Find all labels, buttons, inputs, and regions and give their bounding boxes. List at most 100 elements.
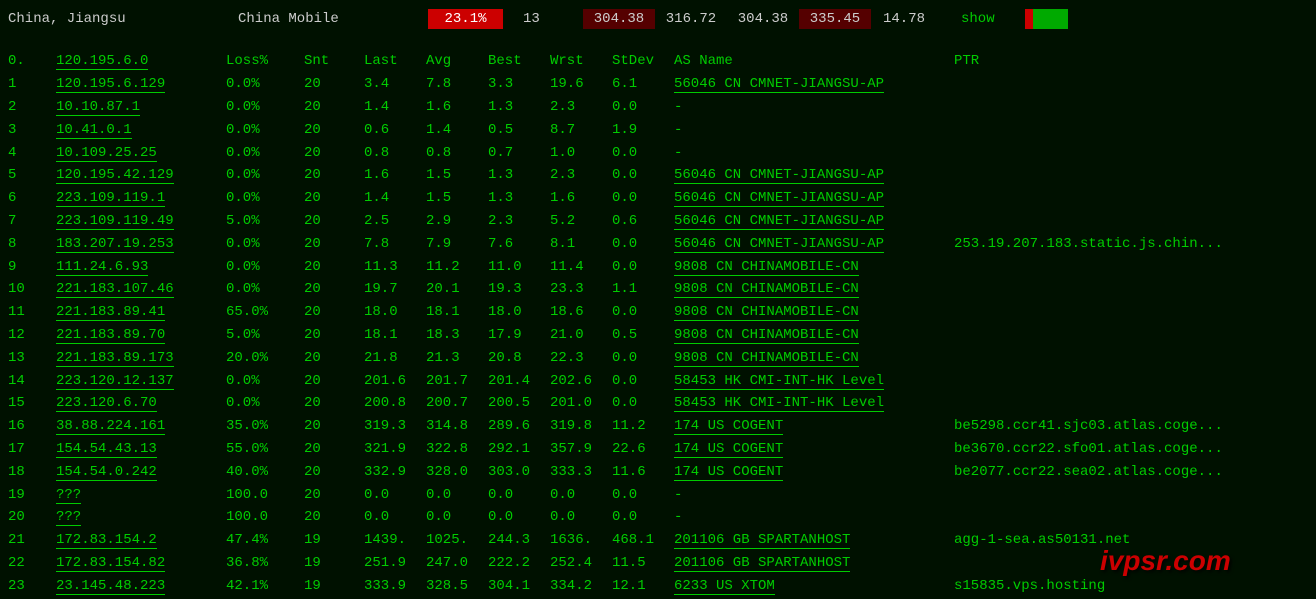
hop-asn[interactable]: 56046 CN CMNET-JIANGSU-AP xyxy=(674,190,954,206)
hop-ip[interactable]: 172.83.154.2 xyxy=(56,532,226,548)
hop-asn[interactable]: 201106 GB SPARTANHOST xyxy=(674,532,954,548)
hop-ip[interactable]: 111.24.6.93 xyxy=(56,259,226,275)
hop-loss: 20.0% xyxy=(226,350,304,366)
hop-ip[interactable]: 221.183.89.173 xyxy=(56,350,226,366)
hop-asn[interactable]: 9808 CN CHINAMOBILE-CN xyxy=(674,304,954,320)
hop-asn[interactable]: 9808 CN CHINAMOBILE-CN xyxy=(674,350,954,366)
hop-ip[interactable]: 223.109.119.49 xyxy=(56,213,226,229)
hop-wrst: 11.4 xyxy=(550,259,612,275)
hop-best: 289.6 xyxy=(488,418,550,434)
hop-asn[interactable]: 174 US COGENT xyxy=(674,441,954,457)
hop-ip[interactable]: 223.120.12.137 xyxy=(56,373,226,389)
hop-last: 0.6 xyxy=(364,122,426,138)
hop-ip[interactable]: 183.207.19.253 xyxy=(56,236,226,252)
hop-ip[interactable]: 120.195.42.129 xyxy=(56,167,226,183)
hop-ip[interactable]: ??? xyxy=(56,509,226,525)
hop-snt: 20 xyxy=(304,464,364,480)
hop-ip[interactable]: 223.120.6.70 xyxy=(56,395,226,411)
hop-asn[interactable]: - xyxy=(674,122,954,138)
hop-snt: 20 xyxy=(304,167,364,183)
hop-best: 0.5 xyxy=(488,122,550,138)
hop-num: 10 xyxy=(8,281,56,297)
hop-ip[interactable]: 10.109.25.25 xyxy=(56,145,226,161)
hop-asn[interactable]: 201106 GB SPARTANHOST xyxy=(674,555,954,571)
hop-asn[interactable]: 58453 HK CMI-INT-HK Level xyxy=(674,395,954,411)
stat-wrst: 335.45 xyxy=(799,9,871,29)
hop-num: 5 xyxy=(8,167,56,183)
hop-snt: 20 xyxy=(304,304,364,320)
hop-stdev: 1.1 xyxy=(612,281,674,297)
stat-avg: 316.72 xyxy=(655,9,727,29)
hop-loss: 36.8% xyxy=(226,555,304,571)
hop-avg: 1.6 xyxy=(426,99,488,115)
hop-num: 13 xyxy=(8,350,56,366)
hop-asn[interactable]: 56046 CN CMNET-JIANGSU-AP xyxy=(674,76,954,92)
hop-stdev: 0.0 xyxy=(612,259,674,275)
hop-row: 19???100.0200.00.00.00.00.0- xyxy=(8,483,1308,506)
hop-best: 303.0 xyxy=(488,464,550,480)
hop-num: 15 xyxy=(8,395,56,411)
hop-loss: 100.0 xyxy=(226,509,304,525)
col-stdev: StDev xyxy=(612,53,674,69)
summary-header: China, Jiangsu China Mobile 23.1% 13 304… xyxy=(8,8,1308,30)
hop-row: 11221.183.89.4165.0%2018.018.118.018.60.… xyxy=(8,301,1308,324)
hop-asn[interactable]: 56046 CN CMNET-JIANGSU-AP xyxy=(674,236,954,252)
hop-avg: 11.2 xyxy=(426,259,488,275)
hop-ip[interactable]: 154.54.0.242 xyxy=(56,464,226,480)
hop-ip[interactable]: ??? xyxy=(56,487,226,503)
hop-avg: 21.3 xyxy=(426,350,488,366)
hop-ip[interactable]: 221.183.89.70 xyxy=(56,327,226,343)
hop-avg: 328.0 xyxy=(426,464,488,480)
hop-stdev: 0.0 xyxy=(612,99,674,115)
hop-avg: 0.8 xyxy=(426,145,488,161)
hop-num: 12 xyxy=(8,327,56,343)
hop-row: 20???100.0200.00.00.00.00.0- xyxy=(8,506,1308,529)
hop-asn[interactable]: 174 US COGENT xyxy=(674,418,954,434)
header-stats: 304.38 316.72 304.38 335.45 xyxy=(583,9,871,29)
indicator-red xyxy=(1025,9,1033,29)
hop-loss: 47.4% xyxy=(226,532,304,548)
hop-ip[interactable]: 223.109.119.1 xyxy=(56,190,226,206)
hop-ip[interactable]: 10.41.0.1 xyxy=(56,122,226,138)
hop-asn[interactable]: 6233 US XTOM xyxy=(674,578,954,594)
hop-asn[interactable]: 56046 CN CMNET-JIANGSU-AP xyxy=(674,213,954,229)
hop-last: 0.0 xyxy=(364,509,426,525)
hop-loss: 5.0% xyxy=(226,213,304,229)
hop-asn[interactable]: - xyxy=(674,487,954,503)
hop-asn[interactable]: - xyxy=(674,509,954,525)
hop-wrst: 8.1 xyxy=(550,236,612,252)
hop-ip[interactable]: 154.54.43.13 xyxy=(56,441,226,457)
hop-snt: 20 xyxy=(304,213,364,229)
hop-ip[interactable]: 38.88.224.161 xyxy=(56,418,226,434)
col-asn: AS Name xyxy=(674,53,954,69)
hop-asn[interactable]: 9808 CN CHINAMOBILE-CN xyxy=(674,327,954,343)
hop-avg: 1025. xyxy=(426,532,488,548)
hop-ptr: be5298.ccr41.sjc03.atlas.coge... xyxy=(954,418,1308,434)
hop-asn[interactable]: 56046 CN CMNET-JIANGSU-AP xyxy=(674,167,954,183)
hop-ptr: 253.19.207.183.static.js.chin... xyxy=(954,236,1308,252)
hop-best: 3.3 xyxy=(488,76,550,92)
hop-last: 0.8 xyxy=(364,145,426,161)
hop-asn[interactable]: - xyxy=(674,99,954,115)
hop-asn[interactable]: - xyxy=(674,145,954,161)
hop-stdev: 11.5 xyxy=(612,555,674,571)
hop-asn[interactable]: 9808 CN CHINAMOBILE-CN xyxy=(674,281,954,297)
hop-ip[interactable]: 221.183.89.41 xyxy=(56,304,226,320)
isp: China Mobile xyxy=(238,11,428,27)
col-num: 0. xyxy=(8,53,56,69)
hop-ptr: be3670.ccr22.sfo01.atlas.coge... xyxy=(954,441,1308,457)
show-button[interactable]: show xyxy=(941,11,995,27)
hop-ip[interactable]: 23.145.48.223 xyxy=(56,578,226,594)
hop-asn[interactable]: 174 US COGENT xyxy=(674,464,954,480)
hop-asn[interactable]: 9808 CN CHINAMOBILE-CN xyxy=(674,259,954,275)
hop-wrst: 202.6 xyxy=(550,373,612,389)
hop-ip[interactable]: 221.183.107.46 xyxy=(56,281,226,297)
hop-ip[interactable]: 120.195.6.129 xyxy=(56,76,226,92)
hop-loss: 42.1% xyxy=(226,578,304,594)
hop-ip[interactable]: 172.83.154.82 xyxy=(56,555,226,571)
hop-ip[interactable]: 10.10.87.1 xyxy=(56,99,226,115)
hop-row: 18154.54.0.24240.0%20332.9328.0303.0333.… xyxy=(8,460,1308,483)
hop-num: 3 xyxy=(8,122,56,138)
hop-num: 18 xyxy=(8,464,56,480)
hop-asn[interactable]: 58453 HK CMI-INT-HK Level xyxy=(674,373,954,389)
